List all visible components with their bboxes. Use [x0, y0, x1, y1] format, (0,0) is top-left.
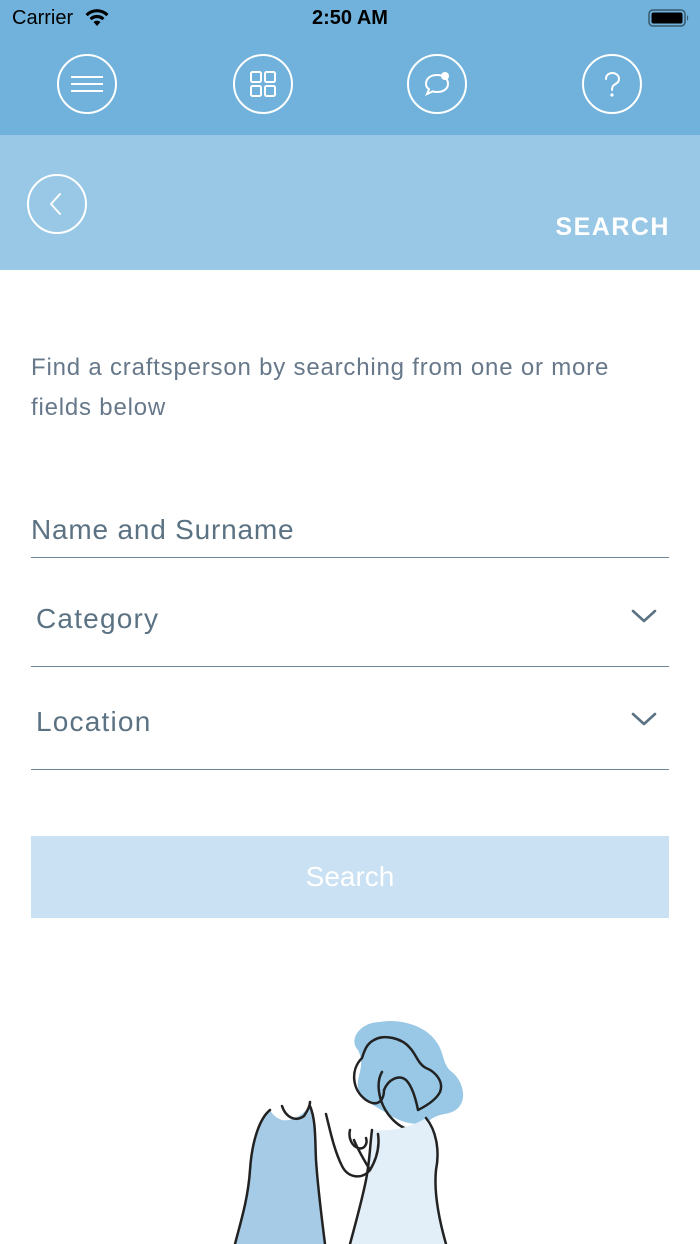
- intro-text: Find a craftsperson by searching from on…: [31, 354, 610, 421]
- chat-bubble-icon: [424, 72, 450, 96]
- top-nav-bar: [0, 36, 700, 135]
- grid-icon: [250, 71, 276, 97]
- chat-button[interactable]: [407, 54, 467, 114]
- chevron-left-icon: [50, 193, 61, 215]
- name-field-container: [31, 505, 669, 558]
- location-label: Location: [36, 706, 152, 737]
- help-button[interactable]: [582, 54, 642, 114]
- name-surname-input[interactable]: [31, 505, 669, 555]
- page-header: SEARCH: [0, 135, 700, 270]
- clock: 2:50 AM: [312, 7, 388, 29]
- back-button[interactable]: [27, 174, 87, 234]
- help-icon: [605, 71, 621, 97]
- craftsperson-illustration: [233, 1020, 464, 1244]
- location-select[interactable]: Location: [31, 666, 669, 770]
- battery-icon: [648, 9, 689, 27]
- chevron-down-icon: [631, 609, 657, 623]
- chevron-down-icon: [631, 712, 657, 726]
- menu-button[interactable]: [57, 54, 117, 114]
- category-label: Category: [36, 603, 160, 634]
- page-title: SEARCH: [555, 213, 670, 241]
- menu-icon: [71, 76, 103, 92]
- search-button[interactable]: Search: [31, 836, 669, 918]
- grid-button[interactable]: [233, 54, 293, 114]
- category-select[interactable]: Category: [31, 563, 669, 667]
- status-bar: Carrier 2:50 AM: [0, 0, 700, 36]
